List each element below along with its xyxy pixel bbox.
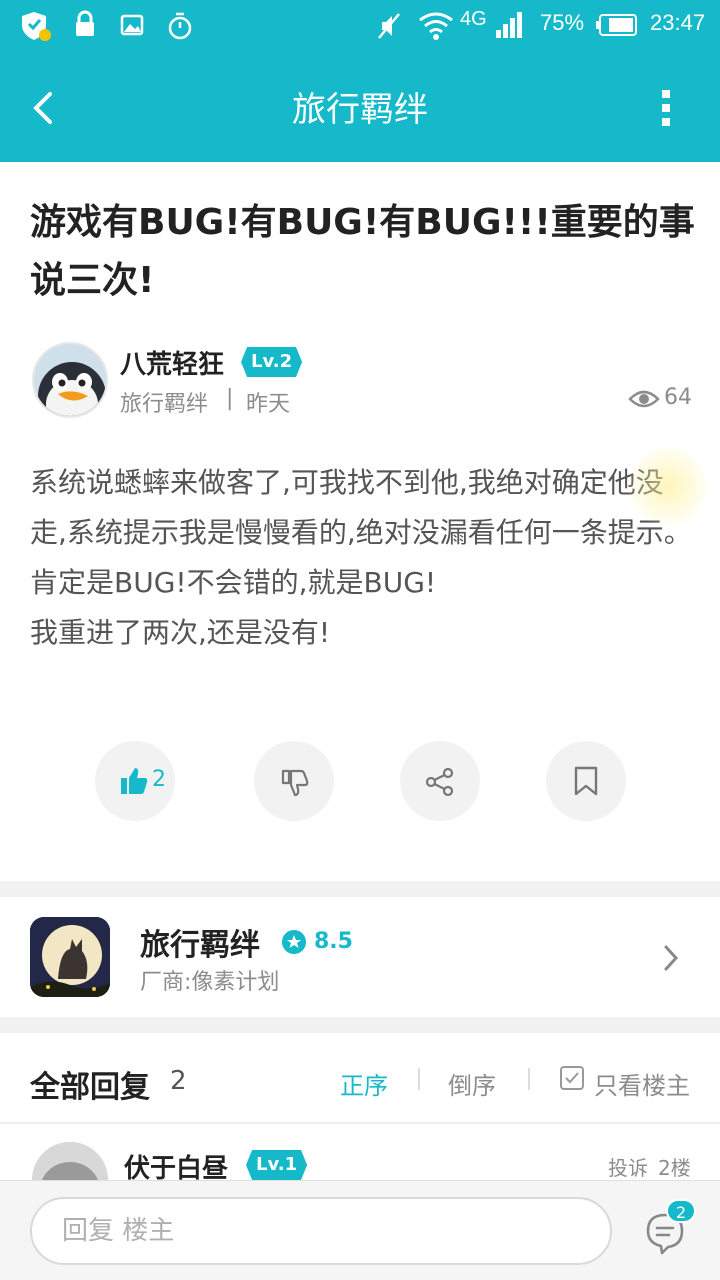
reply-level-badge: Lv.1 xyxy=(246,1150,308,1180)
eye-icon xyxy=(628,390,660,408)
replies-heading: 全部回复 xyxy=(30,1070,150,1105)
battery-icon xyxy=(596,14,637,36)
game-icon[interactable] xyxy=(30,917,110,997)
game-score: 8.5 xyxy=(314,929,353,954)
penguin-avatar-icon xyxy=(34,344,106,416)
post-board[interactable]: 旅行羁绊 xyxy=(120,386,208,418)
check-icon xyxy=(565,1072,579,1084)
mute-icon xyxy=(378,13,400,39)
sort-ascending-tab[interactable]: 正序 xyxy=(340,1066,388,1101)
share-button[interactable] xyxy=(400,741,480,821)
row-divider xyxy=(0,1122,720,1124)
clock: 23:47 xyxy=(650,10,706,35)
sort-separator xyxy=(528,1068,530,1090)
replies-count: 2 xyxy=(170,1066,187,1096)
chevron-right-icon[interactable] xyxy=(662,944,680,972)
like-count: 2 xyxy=(152,767,166,792)
thumbs-up-icon xyxy=(121,768,148,794)
share-icon xyxy=(425,767,454,797)
reply-input[interactable]: 回复 楼主 xyxy=(30,1197,612,1265)
meta-separator: | xyxy=(226,386,234,411)
star-icon xyxy=(282,930,306,954)
lock-icon xyxy=(76,10,94,36)
bookmark-button[interactable] xyxy=(546,741,626,821)
post-title: 游戏有BUG!有BUG!有BUG!!!重要的事说三次! xyxy=(30,202,695,301)
page-title: 旅行羁绊 xyxy=(292,90,428,130)
image-icon xyxy=(120,14,144,36)
section-divider xyxy=(0,881,720,897)
network-type: 4G xyxy=(460,8,487,30)
thumbs-down-icon xyxy=(281,769,309,797)
timer-icon xyxy=(168,12,192,40)
battery-percent: 75% xyxy=(540,10,585,35)
comment-count-badge: 2 xyxy=(666,1199,697,1223)
only-op-label[interactable]: 只看楼主 xyxy=(594,1066,690,1101)
post-time: 昨天 xyxy=(246,392,291,417)
sort-descending-tab[interactable]: 倒序 xyxy=(448,1066,496,1101)
game-name[interactable]: 旅行羁绊 xyxy=(140,920,260,964)
touch-indicator xyxy=(628,446,708,526)
author-name[interactable]: 八荒轻狂 xyxy=(120,344,224,381)
post-content: 系统说蟋蟀来做客了,可我找不到他,我绝对确定他没走,系统提示我是慢慢看的,绝对没… xyxy=(30,466,692,649)
app-bar: 旅行羁绊 xyxy=(0,52,720,162)
author-level-badge: Lv.2 xyxy=(241,347,303,377)
dislike-button[interactable] xyxy=(254,741,334,821)
report-link[interactable]: 投诉 xyxy=(608,1152,648,1181)
author-avatar[interactable] xyxy=(32,342,108,418)
shield-icon xyxy=(22,12,51,41)
wifi-icon xyxy=(419,12,453,40)
bookmark-icon xyxy=(574,766,598,796)
game-cover-icon xyxy=(30,917,110,997)
bottom-reply-bar: 回复 楼主 2 xyxy=(0,1180,720,1280)
game-vendor: 厂商:像素计划 xyxy=(140,970,280,995)
only-op-checkbox[interactable] xyxy=(560,1066,584,1090)
more-options-icon[interactable] xyxy=(652,86,680,130)
section-divider xyxy=(0,1017,720,1033)
signal-icon xyxy=(496,12,522,38)
view-count: 64 xyxy=(664,385,692,410)
sort-separator xyxy=(418,1068,420,1090)
floor-number: 2楼 xyxy=(658,1156,691,1180)
status-bar: 4G 75% 23:47 xyxy=(0,0,720,52)
